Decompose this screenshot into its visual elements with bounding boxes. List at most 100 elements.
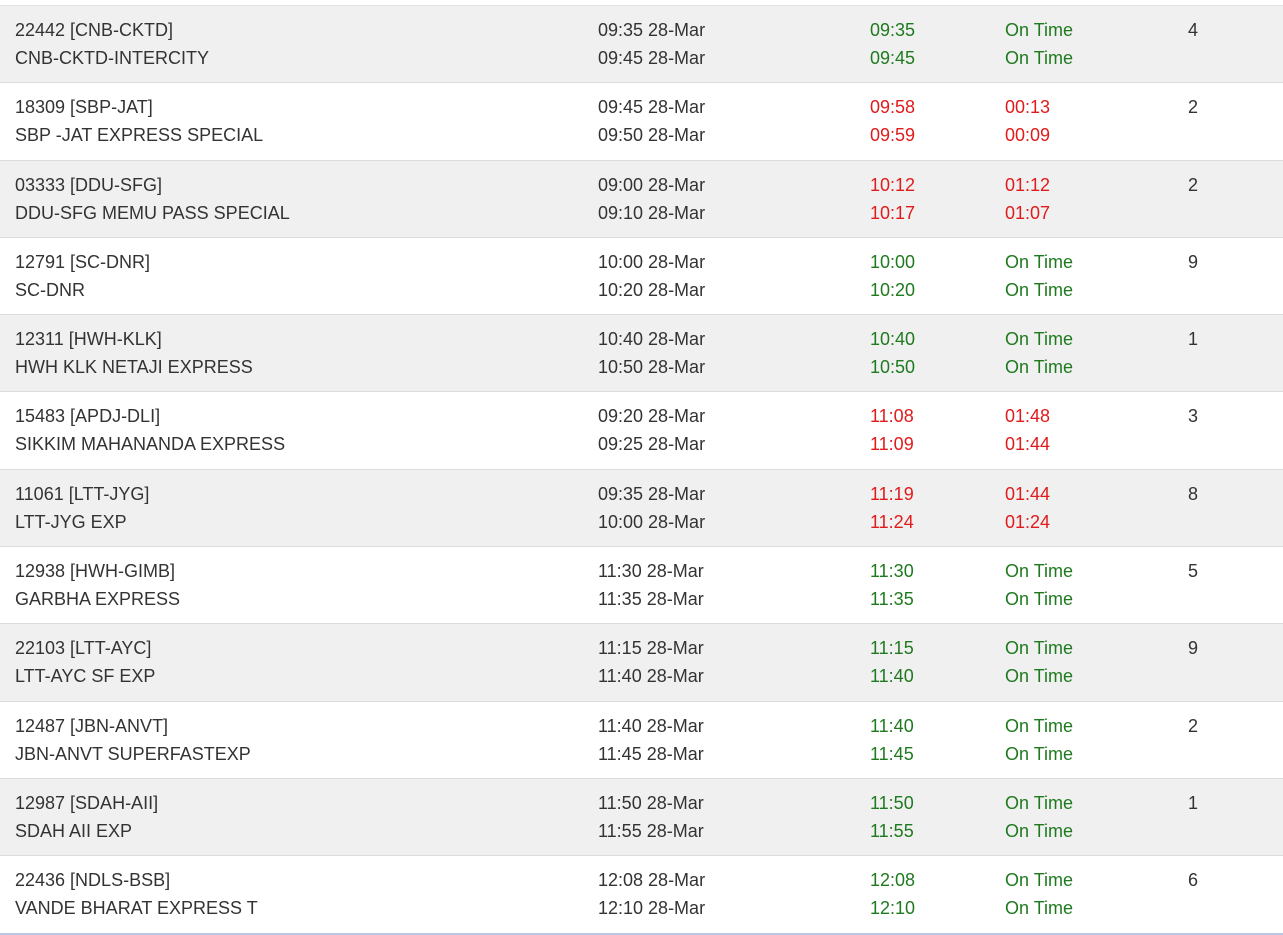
expected-arrival: 11:30 — [870, 561, 914, 582]
expected-times: 11:08 11:09 — [870, 402, 914, 458]
expected-departure: 11:45 — [870, 743, 914, 764]
train-number: 12311 [HWH-KLK] — [15, 329, 162, 350]
platform-cell: 1 — [1188, 789, 1198, 817]
table-row[interactable]: 15483 [APDJ-DLI] SIKKIM MAHANANDA EXPRESS… — [0, 392, 1283, 470]
expected-departure: 10:17 — [870, 202, 916, 223]
delay-info: On Time On Time — [1005, 712, 1073, 768]
scheduled-times: 12:08 28-Mar 12:10 28-Mar — [598, 866, 705, 922]
scheduled-departure: 10:20 28-Mar — [598, 279, 706, 300]
train-number: 15483 [APDJ-DLI] — [15, 406, 161, 427]
scheduled-departure: 09:10 28-Mar — [598, 202, 706, 223]
scheduled-arrival: 09:45 28-Mar — [598, 97, 706, 118]
table-row[interactable]: 22103 [LTT-AYC] LTT-AYC SF EXP 11:15 28-Ma… — [0, 624, 1283, 702]
delay-info: 01:12 01:07 — [1005, 171, 1050, 227]
expected-times: 11:50 11:55 — [870, 789, 914, 845]
train-info: 03333 [DDU-SFG] DDU-SFG MEMU PASS SPECIAL — [15, 171, 290, 227]
expected-departure: 11:35 — [870, 589, 914, 610]
table-row[interactable]: 18309 [SBP-JAT] SBP -JAT EXPRESS SPECIAL 0… — [0, 83, 1283, 161]
table-row[interactable]: 12791 [SC-DNR] SC-DNR 10:00 28-Mar 10:20 28… — [0, 238, 1283, 316]
train-info: 12311 [HWH-KLK] HWH KLK NETAJI EXPRESS — [15, 325, 253, 381]
departure-delay: 01:07 — [1005, 202, 1051, 223]
expected-times: 09:58 09:59 — [870, 93, 915, 149]
departure-delay: On Time — [1005, 898, 1074, 919]
train-name: DDU-SFG MEMU PASS SPECIAL — [15, 202, 290, 223]
expected-departure: 11:24 — [870, 511, 914, 532]
scheduled-arrival: 11:50 28-Mar — [598, 792, 704, 813]
scheduled-arrival: 11:15 28-Mar — [598, 638, 704, 659]
departure-delay: 01:24 — [1005, 511, 1051, 532]
scheduled-arrival: 09:00 28-Mar — [598, 174, 706, 195]
train-number: 22442 [CNB-CKTD] — [15, 20, 174, 40]
train-name: LTT-JYG EXP — [15, 511, 127, 532]
platform-number: 9 — [1188, 251, 1199, 272]
train-number: 22436 [NDLS-BSB] — [15, 870, 171, 891]
train-number: 22103 [LTT-AYC] — [15, 638, 152, 659]
platform-number: 3 — [1188, 406, 1199, 427]
table-row[interactable]: 11061 [LTT-JYG] LTT-JYG EXP 09:35 28-Mar 10… — [0, 469, 1283, 548]
scheduled-arrival: 10:00 28-Mar — [598, 251, 706, 272]
scheduled-times: 11:50 28-Mar 11:55 28-Mar — [598, 789, 704, 845]
scheduled-departure: 11:35 28-Mar — [598, 589, 704, 610]
scheduled-arrival: 11:40 28-Mar — [598, 715, 704, 736]
delay-info: 01:48 01:44 — [1005, 402, 1050, 458]
expected-times: 09:35 09:45 — [870, 16, 915, 72]
scheduled-departure: 10:00 28-Mar — [598, 511, 706, 532]
expected-times: 10:40 10:50 — [870, 325, 915, 381]
scheduled-arrival: 09:35 28-Mar — [598, 20, 706, 40]
scheduled-times: 09:20 28-Mar 09:25 28-Mar — [598, 402, 705, 458]
expected-arrival: 11:15 — [870, 638, 914, 659]
expected-arrival: 09:58 — [870, 97, 916, 118]
departure-delay: On Time — [1005, 48, 1074, 68]
train-name: SDAH AII EXP — [15, 820, 133, 841]
expected-times: 11:19 11:24 — [870, 480, 914, 536]
expected-arrival: 10:00 — [870, 251, 916, 272]
table-row[interactable]: 12487 [JBN-ANVT] JBN-ANVT SUPERFASTEXP 11:… — [0, 702, 1283, 779]
arrival-delay: On Time — [1005, 715, 1074, 736]
delay-info: On Time On Time — [1005, 325, 1073, 381]
expected-departure: 09:45 — [870, 48, 916, 68]
train-number: 12791 [SC-DNR] — [15, 251, 151, 272]
departure-delay: On Time — [1005, 279, 1074, 300]
train-info: 18309 [SBP-JAT] SBP -JAT EXPRESS SPECIAL — [15, 93, 263, 149]
arrival-delay: On Time — [1005, 20, 1074, 40]
delay-info: On Time On Time — [1005, 16, 1073, 72]
train-info: 12938 [HWH-GIMB] GARBHA EXPRESS — [15, 557, 180, 613]
expected-arrival: 11:19 — [870, 483, 914, 504]
scheduled-departure: 12:10 28-Mar — [598, 898, 706, 919]
table-row[interactable]: 22442 [CNB-CKTD] CNB-CKTD-INTERCITY 09:35 … — [0, 6, 1283, 84]
delay-info: On Time On Time — [1005, 634, 1073, 690]
train-name: GARBHA EXPRESS — [15, 589, 181, 610]
scheduled-departure: 11:45 28-Mar — [598, 743, 704, 764]
train-info: 15483 [APDJ-DLI] SIKKIM MAHANANDA EXPRESS — [15, 402, 285, 458]
train-info: 22103 [LTT-AYC] LTT-AYC SF EXP — [15, 634, 155, 690]
arrival-delay: 01:12 — [1005, 174, 1051, 195]
scheduled-departure: 09:50 28-Mar — [598, 125, 706, 146]
platform-number: 2 — [1188, 715, 1199, 736]
platform-number: 1 — [1188, 792, 1199, 813]
table-row[interactable]: 12311 [HWH-KLK] HWH KLK NETAJI EXPRESS 10:… — [0, 315, 1283, 393]
expected-arrival: 10:40 — [870, 329, 916, 350]
departure-delay: On Time — [1005, 743, 1074, 764]
arrival-delay: On Time — [1005, 638, 1074, 659]
table-row[interactable]: 12938 [HWH-GIMB] GARBHA EXPRESS 11:30 28-M… — [0, 547, 1283, 625]
platform-number: 1 — [1188, 329, 1199, 350]
departure-delay: On Time — [1005, 357, 1074, 378]
scheduled-times: 09:00 28-Mar 09:10 28-Mar — [598, 171, 705, 227]
table-row[interactable]: 03333 [DDU-SFG] DDU-SFG MEMU PASS SPECIAL… — [0, 160, 1283, 238]
scheduled-arrival: 10:40 28-Mar — [598, 329, 706, 350]
departure-delay: On Time — [1005, 666, 1074, 687]
arrival-delay: On Time — [1005, 561, 1074, 582]
train-name: VANDE BHARAT EXPRESS T — [15, 898, 258, 919]
scheduled-arrival: 11:30 28-Mar — [598, 561, 704, 582]
delay-info: On Time On Time — [1005, 557, 1073, 613]
train-number: 12987 [SDAH-AII] — [15, 792, 159, 813]
table-row[interactable]: 12987 [SDAH-AII] SDAH AII EXP 11:50 28-Mar… — [0, 778, 1283, 857]
table-row[interactable]: 22436 [NDLS-BSB] VANDE BHARAT EXPRESS T 12… — [0, 856, 1283, 935]
delay-info: On Time On Time — [1005, 789, 1073, 845]
platform-cell: 6 — [1188, 866, 1198, 894]
platform-number: 9 — [1188, 638, 1199, 659]
scheduled-departure: 10:50 28-Mar — [598, 357, 706, 378]
platform-cell: 5 — [1188, 557, 1198, 585]
expected-times: 10:12 10:17 — [870, 171, 915, 227]
train-name: SBP -JAT EXPRESS SPECIAL — [15, 125, 264, 146]
